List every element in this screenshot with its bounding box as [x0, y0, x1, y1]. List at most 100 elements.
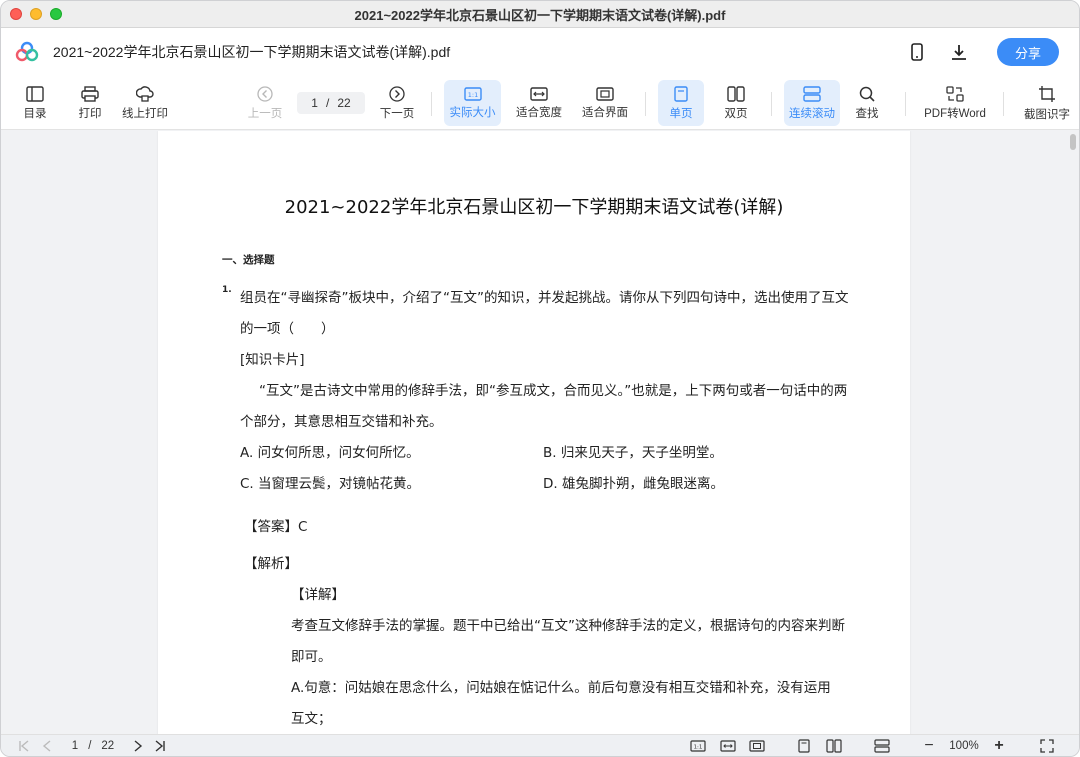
option-b: B. 归来见天子，天子坐明堂。: [543, 445, 723, 461]
close-window-button[interactable]: [10, 8, 22, 20]
zoom-in-button[interactable]: +: [991, 737, 1007, 754]
share-button[interactable]: 分享: [997, 38, 1059, 66]
page-separator: /: [325, 96, 330, 110]
document-name: 2021~2022学年北京石景山区初一下学期期末语文试卷(详解).pdf: [53, 44, 451, 60]
option-d: D. 雄兔脚扑朔，雌兔眼迷离。: [543, 476, 724, 492]
print-label: 打印: [78, 107, 102, 120]
page-current: 1: [311, 96, 318, 110]
double-page-label: 双页: [724, 107, 748, 120]
double-page-small-icon[interactable]: [825, 738, 843, 754]
single-page-button[interactable]: 单页: [658, 80, 704, 126]
chevron-right-circle-icon: [389, 85, 405, 102]
knowledge-card-line: “互文”是古诗文中常用的修辞手法，即“参互成文，合而见义。”也就是，上下两句或者…: [259, 383, 848, 399]
double-page-icon: [727, 85, 745, 102]
continuous-scroll-small-icon[interactable]: [873, 738, 891, 754]
fit-page-small-icon[interactable]: [748, 738, 766, 754]
app-logo-icon: [15, 41, 39, 62]
toc-icon: [26, 85, 44, 102]
option-c: C. 当窗理云鬓，对镜帖花黄。: [240, 476, 421, 492]
status-page-indicator[interactable]: 1 / 22: [63, 738, 123, 754]
find-button[interactable]: 查找: [847, 80, 887, 126]
svg-text:1:1: 1:1: [467, 91, 477, 99]
next-page-icon[interactable]: [129, 738, 147, 754]
document-viewport[interactable]: 2021~2022学年北京石景山区初一下学期期末语文试卷(详解) 一、选择题 1…: [1, 131, 1079, 736]
continuous-scroll-icon: [803, 85, 821, 102]
screenshot-ocr-label: 截图识字: [1024, 108, 1070, 121]
continuous-scroll-label: 连续滚动: [789, 107, 835, 120]
download-icon[interactable]: [949, 42, 969, 62]
section-heading: 一、选择题: [222, 254, 275, 266]
convert-icon: [946, 85, 964, 102]
printer-icon: [81, 85, 99, 102]
question-text-line: 的一项（ ）: [240, 321, 335, 337]
window-title: 2021~2022学年北京石景山区初一下学期期末语文试卷(详解).pdf: [354, 7, 726, 23]
prev-page-icon[interactable]: [38, 738, 56, 754]
explanation-line: 互文；: [291, 711, 332, 727]
pdf-to-word-button[interactable]: PDF转Word: [919, 80, 991, 126]
fit-page-button[interactable]: 适合界面: [577, 80, 633, 126]
pdf-page: 2021~2022学年北京石景山区初一下学期期末语文试卷(详解) 一、选择题 1…: [158, 131, 910, 736]
next-page-button[interactable]: 下一页: [377, 80, 417, 126]
online-print-label: 线上打印: [122, 107, 168, 120]
app-window: 2021~2022学年北京石景山区初一下学期期末语文试卷(详解).pdf 202…: [0, 0, 1080, 757]
answer: 【答案】C: [244, 519, 308, 535]
status-page-current: 1: [71, 740, 79, 752]
explanation-line: 考查互文修辞手法的掌握。题干中已给出“互文”这种修辞手法的定义，根据诗句的内容来…: [291, 618, 845, 634]
scrollbar-thumb[interactable]: [1070, 134, 1076, 150]
page-total: 22: [337, 96, 351, 110]
fit-width-button[interactable]: 适合宽度: [511, 80, 567, 126]
divider: [1003, 92, 1004, 116]
window-controls: [10, 8, 62, 20]
single-page-icon: [674, 85, 688, 102]
actual-size-label: 实际大小: [449, 106, 496, 119]
prev-page-button[interactable]: 上一页: [245, 80, 285, 126]
single-page-small-icon[interactable]: [795, 738, 813, 754]
option-a: A. 问女何所思，问女何所忆。: [240, 445, 420, 461]
knowledge-card-line: 个部分，其意思相互交错和补充。: [240, 414, 443, 430]
crop-icon: [1039, 85, 1055, 102]
pdf-to-word-label: PDF转Word: [924, 107, 986, 120]
explanation-line: 即可。: [291, 649, 332, 665]
maximize-window-button[interactable]: [50, 8, 62, 20]
status-page-separator: /: [88, 740, 92, 752]
last-page-icon[interactable]: [151, 738, 169, 754]
toc-button[interactable]: 目录: [15, 80, 55, 126]
prev-page-label: 上一页: [247, 107, 283, 120]
status-page-total: 22: [101, 740, 115, 752]
continuous-scroll-button[interactable]: 连续滚动: [784, 80, 840, 126]
actual-size-button[interactable]: 1:1 实际大小: [444, 80, 501, 126]
print-button[interactable]: 打印: [70, 80, 110, 126]
fit-width-small-icon[interactable]: [719, 738, 737, 754]
cloud-print-icon: [136, 85, 154, 102]
analysis-heading: 【解析】: [244, 556, 298, 572]
explanation-line: A.句意：问姑娘在思念什么，问姑娘在惦记什么。前后句意没有相互交错和补充，没有运…: [291, 680, 831, 696]
detail-heading: 【详解】: [291, 587, 345, 603]
search-icon: [859, 86, 875, 102]
divider: [431, 92, 432, 116]
app-header: 2021~2022学年北京石景山区初一下学期期末语文试卷(详解).pdf 分享: [1, 28, 1079, 76]
vertical-scrollbar[interactable]: [1069, 131, 1079, 736]
zoom-level[interactable]: 100%: [941, 738, 987, 754]
fullscreen-icon[interactable]: [1038, 738, 1056, 754]
zoom-out-button[interactable]: −: [921, 737, 937, 754]
document-title: 2021~2022学年北京石景山区初一下学期期末语文试卷(详解): [284, 197, 784, 218]
screenshot-ocr-button[interactable]: 截图识字: [1017, 80, 1077, 126]
actual-size-icon: 1:1: [463, 86, 482, 101]
fit-page-icon: [596, 86, 614, 101]
fit-width-label: 适合宽度: [516, 106, 562, 119]
question-number: 1.: [222, 285, 232, 295]
first-page-icon[interactable]: [15, 738, 33, 754]
knowledge-card-title: [知识卡片]: [240, 352, 305, 368]
svg-text:1:1: 1:1: [694, 745, 703, 751]
next-page-label: 下一页: [379, 107, 415, 120]
minimize-window-button[interactable]: [30, 8, 42, 20]
page-input[interactable]: 1 / 22: [297, 92, 365, 114]
toc-label: 目录: [23, 107, 47, 120]
double-page-button[interactable]: 双页: [714, 80, 758, 126]
actual-size-small-icon[interactable]: 1:1: [689, 738, 707, 754]
title-bar: 2021~2022学年北京石景山区初一下学期期末语文试卷(详解).pdf: [1, 1, 1079, 28]
fit-page-label: 适合界面: [582, 106, 628, 119]
phone-icon[interactable]: [907, 42, 927, 62]
online-print-button[interactable]: 线上打印: [119, 80, 171, 126]
divider: [645, 92, 646, 116]
